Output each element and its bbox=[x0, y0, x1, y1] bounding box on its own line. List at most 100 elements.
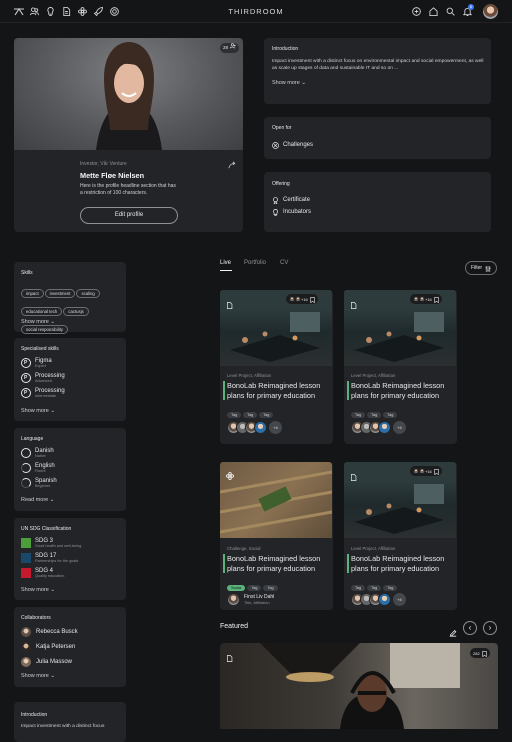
collaborator-name: Katja Petersen bbox=[36, 644, 76, 650]
project-tag[interactable]: Tag bbox=[383, 585, 398, 591]
skill-tag[interactable]: scaling bbox=[76, 289, 100, 298]
notification-badge: 6 bbox=[468, 4, 474, 10]
collaborators-card: Collaborators Rebecca Busck Katja Peters… bbox=[14, 607, 126, 687]
sdg-item: SDG 3 Good health and well-being bbox=[21, 538, 81, 548]
edit-profile-button[interactable]: Edit profile bbox=[80, 207, 178, 224]
featured-video-illustration bbox=[260, 643, 460, 729]
search-icon[interactable] bbox=[446, 7, 455, 16]
user-avatar[interactable] bbox=[483, 4, 498, 19]
specialised-item: P Figma Expert bbox=[21, 358, 52, 368]
tab-portfolio[interactable]: Portfolio bbox=[244, 260, 266, 266]
intro-title: Introduction bbox=[272, 46, 299, 52]
add-icon[interactable] bbox=[412, 7, 421, 16]
avatar bbox=[21, 642, 31, 652]
bookmark-icon[interactable] bbox=[434, 290, 439, 308]
open-for-item: Challenges bbox=[272, 136, 313, 154]
specialised-skills-card: Specialised skills P Figma Expert P Proce… bbox=[14, 338, 126, 421]
sdg-icon bbox=[21, 538, 31, 548]
offering-card: Offering Certificate Incubators bbox=[264, 172, 491, 232]
collaborator-name: Rebecca Busck bbox=[36, 629, 78, 635]
next-button[interactable]: › bbox=[483, 621, 497, 635]
project-title: BonoLab Reimagined lesson plans for prim… bbox=[351, 554, 445, 573]
filter-button[interactable]: Filter bbox=[465, 261, 497, 275]
skill-tag[interactable]: investment bbox=[44, 289, 76, 298]
team-avatars[interactable]: +4 bbox=[227, 421, 282, 439]
bookmark-icon[interactable] bbox=[482, 644, 487, 662]
featured-title: Featured bbox=[220, 623, 249, 630]
intro-text: Impact investment with a distinct focus … bbox=[272, 59, 484, 71]
specialised-title: Specialised skills bbox=[21, 346, 59, 352]
collaborator-name: Julia Massow bbox=[36, 659, 73, 665]
project-tag[interactable]: Tag bbox=[247, 585, 262, 591]
engagement-badge[interactable]: +16 bbox=[410, 466, 442, 476]
avatar bbox=[21, 627, 31, 637]
project-tag[interactable]: Social bbox=[227, 585, 246, 591]
skills-title: Skills bbox=[21, 270, 33, 276]
project-card[interactable]: +16 Level Project, Affiliation BonoLab R… bbox=[344, 462, 457, 610]
project-tag[interactable]: Tag bbox=[227, 412, 242, 418]
bookmark-icon[interactable] bbox=[310, 290, 315, 308]
skill-tag[interactable]: educational tech bbox=[21, 307, 63, 316]
engagement-count: +16 bbox=[301, 296, 308, 302]
collaborator-item[interactable]: Rebecca Busck bbox=[21, 627, 78, 637]
project-tag[interactable]: Tag bbox=[383, 412, 398, 418]
chevron-down-icon: ⌄ bbox=[50, 408, 55, 414]
project-accent-bar bbox=[223, 554, 225, 573]
close-circle-icon bbox=[272, 136, 279, 154]
follow-count: 28 bbox=[223, 45, 229, 50]
challenge-owner[interactable]: Finst Liv Dahl Title, Affiliation bbox=[227, 593, 274, 606]
document-icon bbox=[350, 296, 357, 314]
project-type: Challenge, Social bbox=[227, 546, 261, 551]
language-level: Native bbox=[35, 454, 46, 458]
language-level-ring bbox=[21, 478, 31, 488]
challenge-card[interactable]: Challenge, Social BonoLab Reimagined les… bbox=[220, 462, 333, 610]
team-avatars[interactable]: +4 bbox=[351, 421, 406, 439]
share-icon[interactable] bbox=[228, 156, 236, 174]
collaborator-item[interactable]: Julia Massow bbox=[21, 657, 72, 667]
project-tag[interactable]: Tag bbox=[351, 412, 366, 418]
chevron-down-icon: ⌄ bbox=[50, 319, 55, 325]
tab-live-underline bbox=[220, 270, 232, 271]
edit-icon[interactable] bbox=[449, 624, 457, 642]
sdg-show-more[interactable]: Show more ⌄ bbox=[21, 587, 55, 593]
sdg-desc: Good health and well-being bbox=[35, 544, 82, 548]
language-read-more[interactable]: Read more ⌄ bbox=[21, 497, 54, 503]
avatar bbox=[378, 421, 391, 434]
home-icon[interactable] bbox=[429, 7, 438, 16]
document-icon bbox=[350, 468, 357, 486]
engagement-badge[interactable]: +16 bbox=[410, 294, 442, 304]
prev-button[interactable]: ‹ bbox=[463, 621, 477, 635]
project-tag[interactable]: Tag bbox=[351, 585, 366, 591]
project-tags: Tag Tag Tag bbox=[351, 403, 399, 421]
skills-tag-list: impact investment scaling educational tech… bbox=[21, 282, 121, 336]
profile-role: Investor, Vår Venture bbox=[80, 161, 127, 167]
specialised-show-more[interactable]: Show more ⌄ bbox=[21, 408, 55, 414]
document-icon bbox=[226, 649, 233, 667]
engagement-badge[interactable]: +16 bbox=[286, 294, 318, 304]
tab-cv[interactable]: CV bbox=[280, 260, 288, 266]
collaborators-show-more[interactable]: Show more ⌄ bbox=[21, 673, 55, 679]
skills-show-more[interactable]: Show more ⌄ bbox=[21, 319, 55, 325]
team-avatars[interactable]: +4 bbox=[351, 593, 406, 611]
project-card[interactable]: +16 Level Project, Affiliation BonoLab R… bbox=[220, 290, 333, 444]
skill-tag[interactable]: cactusjs bbox=[63, 307, 89, 316]
skill-tag[interactable]: impact bbox=[21, 289, 44, 298]
project-tag[interactable]: Tag bbox=[243, 412, 258, 418]
featured-card[interactable]: 282 bbox=[220, 643, 498, 729]
collaborator-item[interactable]: Katja Petersen bbox=[21, 642, 75, 652]
project-card[interactable]: +16 Level Project, Affiliation BonoLab R… bbox=[344, 290, 457, 444]
project-tag[interactable]: Tag bbox=[367, 412, 382, 418]
follow-badge[interactable]: 28 bbox=[220, 43, 240, 53]
language-read-more-label: Read more bbox=[21, 497, 49, 503]
project-tag[interactable]: Tag bbox=[259, 412, 274, 418]
document-icon bbox=[226, 296, 233, 314]
language-item: Spanish Beginner bbox=[21, 478, 57, 488]
tab-live[interactable]: Live bbox=[220, 260, 231, 266]
project-tag[interactable]: Tag bbox=[263, 585, 278, 591]
skill-tag[interactable]: social responsibility bbox=[21, 325, 69, 334]
featured-badge[interactable]: 282 bbox=[470, 648, 490, 658]
intro-show-more[interactable]: Show more ⌄ bbox=[272, 80, 306, 86]
bookmark-icon[interactable] bbox=[434, 462, 439, 480]
project-tag[interactable]: Tag bbox=[367, 585, 382, 591]
intro-card-secondary: Introduction Impact investment with a di… bbox=[14, 702, 126, 742]
